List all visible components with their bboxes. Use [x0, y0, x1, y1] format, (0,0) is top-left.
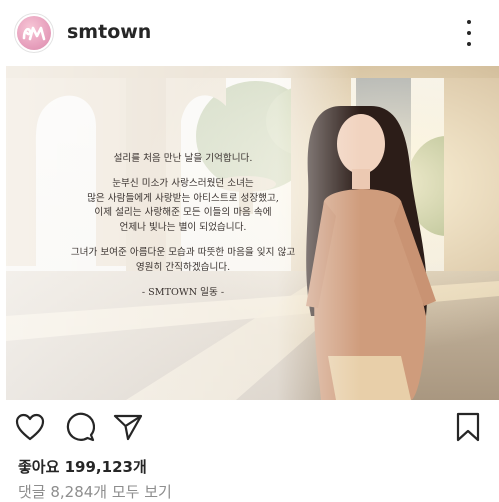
message-line: 눈부신 미소가 사랑스러웠던 소녀는 많은 사람들에게 사랑받는 아티스트로 성…: [87, 177, 279, 234]
avatar[interactable]: [14, 13, 54, 53]
likes-count[interactable]: 좋아요 199,123개: [18, 456, 147, 477]
post-actions: [0, 400, 499, 454]
message-line: 그녀가 보여준 아름다운 모습과 따뜻한 마음을 잊지 않고 영원히 간직하겠습…: [70, 246, 296, 273]
memorial-message: 설리를 처음 만난 날을 기억합니다. 눈부신 미소가 사랑스러웠던 소녀는 많…: [18, 152, 348, 310]
post-header: smtown: [0, 0, 499, 66]
username[interactable]: smtown: [67, 21, 151, 43]
heart-icon[interactable]: [14, 411, 46, 443]
comment-icon[interactable]: [64, 411, 96, 443]
post-photo[interactable]: 설리를 처음 만난 날을 기억합니다. 눈부신 미소가 사랑스러웠던 소녀는 많…: [6, 66, 499, 400]
message-line: 설리를 처음 만난 날을 기억합니다.: [113, 153, 253, 164]
sm-logo-icon: [17, 16, 51, 50]
view-comments-link[interactable]: 댓글 8,284개 모두 보기: [18, 481, 172, 502]
message-signature: - SMTOWN 일동 -: [141, 286, 225, 298]
more-options-icon[interactable]: [458, 20, 480, 46]
bookmark-icon[interactable]: [452, 411, 484, 443]
share-icon[interactable]: [112, 411, 144, 443]
